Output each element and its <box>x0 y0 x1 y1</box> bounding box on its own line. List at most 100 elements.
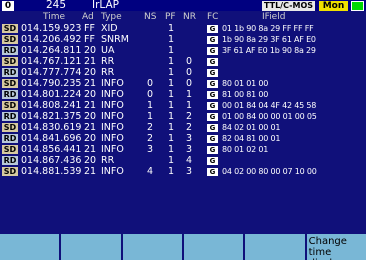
frame-row[interactable]: SD 014.159.923 FF XID 1 G 01 1b 90 8a 29 FF FF… <box>0 23 366 34</box>
frame-time: 014.867.436 <box>21 155 82 166</box>
frame-ifield: 00 01 84 04 4F 42 45 58 <box>222 101 317 110</box>
header-pf: PF <box>165 12 176 22</box>
fc-ok-icon: G <box>207 91 218 99</box>
frame-time: 014.830.619 <box>21 122 82 133</box>
frame-type: INFO <box>101 78 124 89</box>
direction-badge: RD <box>2 112 18 121</box>
frame-nr: 3 <box>186 133 193 144</box>
frame-nr: 1 <box>186 100 193 111</box>
frame-pf: 1 <box>168 89 175 100</box>
frame-pf: 1 <box>168 111 175 122</box>
frame-ns: 1 <box>147 111 154 122</box>
softkey-4[interactable] <box>183 234 246 260</box>
header-type: Type <box>101 12 122 22</box>
change-time-display-button[interactable]: Change time display <box>306 234 366 260</box>
fc-ok-icon: G <box>207 69 218 77</box>
frame-address: 20 <box>84 45 97 56</box>
frame-pf: 1 <box>168 23 175 34</box>
frame-row[interactable]: SD 014.767.121 21 RR 1 0 G <box>0 56 366 67</box>
softkey-1[interactable] <box>0 234 62 260</box>
frame-address: 20 <box>84 89 97 100</box>
direction-badge: RD <box>2 68 18 77</box>
softkey-bar: Change time display <box>0 234 366 260</box>
frame-type: INFO <box>101 166 124 177</box>
frame-row[interactable]: RD 014.821.375 20 INFO 1 1 2 G 01 00 84 00 00 01… <box>0 111 366 122</box>
fc-ok-icon: G <box>207 113 218 121</box>
frame-nr: 3 <box>186 166 193 177</box>
header-ns: NS <box>144 12 157 22</box>
frame-ns: 4 <box>147 166 154 177</box>
frame-pf: 1 <box>168 122 175 133</box>
frame-type: INFO <box>101 89 124 100</box>
frame-row[interactable]: RD 014.777.774 20 RR 1 0 G <box>0 67 366 78</box>
frame-nr: 0 <box>186 78 193 89</box>
channel-indicator: 0 <box>2 1 14 11</box>
frame-ns: 0 <box>147 89 154 100</box>
column-headers: Time Ad Type NS PF NR FC IField <box>0 12 366 22</box>
frame-row[interactable]: SD 014.206.492 FF SNRM 1 G 1b 90 8a 29 3F 61 A… <box>0 34 366 45</box>
frame-address: 20 <box>84 111 97 122</box>
frame-time: 014.206.492 <box>21 34 82 45</box>
softkey-2[interactable] <box>61 234 123 260</box>
frame-time: 014.841.696 <box>21 133 82 144</box>
direction-badge: SD <box>2 57 18 66</box>
header-fc: FC <box>207 12 219 22</box>
frame-type: INFO <box>101 144 124 155</box>
header-nr: NR <box>183 12 196 22</box>
frame-address: 21 <box>84 78 97 89</box>
frame-time: 014.159.923 <box>21 23 82 34</box>
frame-ifield: 80 01 02 01 <box>222 145 269 154</box>
softkey-5[interactable] <box>245 234 307 260</box>
header-ad: Ad <box>82 12 94 22</box>
frame-time: 014.881.539 <box>21 166 82 177</box>
frame-pf: 1 <box>168 100 175 111</box>
fc-ok-icon: G <box>207 47 218 55</box>
frame-nr: 1 <box>186 89 193 100</box>
direction-badge: SD <box>2 145 18 154</box>
frame-row[interactable]: RD 014.264.811 20 UA 1 G 3F 61 AF E0 1b 90 8a … <box>0 45 366 56</box>
frame-type: RR <box>101 155 115 166</box>
status-bar: 0 245 IrLAP TTL/C-MOS Mon <box>0 0 366 11</box>
frame-nr: 4 <box>186 155 193 166</box>
softkey-3[interactable] <box>122 234 184 260</box>
direction-badge: SD <box>2 123 18 132</box>
frame-row[interactable]: RD 014.867.436 20 RR 1 4 G <box>0 155 366 166</box>
frame-pf: 1 <box>168 56 175 67</box>
fc-ok-icon: G <box>207 58 218 66</box>
frame-row[interactable]: SD 014.808.241 21 INFO 1 1 1 G 00 01 84 04 4F 42… <box>0 100 366 111</box>
fc-ok-icon: G <box>207 157 218 165</box>
frame-pf: 1 <box>168 78 175 89</box>
frame-time: 014.821.375 <box>21 111 82 122</box>
fc-ok-icon: G <box>207 80 218 88</box>
frame-ns: 2 <box>147 133 154 144</box>
frame-type: RR <box>101 56 115 67</box>
signal-mode-badge: TTL/C-MOS <box>262 1 315 11</box>
frame-nr: 0 <box>186 67 193 78</box>
frame-ifield: 80 01 01 00 <box>222 79 269 88</box>
frame-address: 21 <box>84 56 97 67</box>
frame-type: RR <box>101 67 115 78</box>
frame-ifield: 3F 61 AF E0 1b 90 8a 29 <box>222 46 316 55</box>
direction-badge: RD <box>2 156 18 165</box>
frame-address: 21 <box>84 144 97 155</box>
direction-badge: RD <box>2 90 18 99</box>
frame-row[interactable]: SD 014.830.619 21 INFO 2 1 2 G 84 02 01 00 01 <box>0 122 366 133</box>
frame-address: 20 <box>84 133 97 144</box>
frame-ifield: 01 1b 90 8a 29 FF FF FF <box>222 24 314 33</box>
frame-row[interactable]: SD 014.881.539 21 INFO 4 1 3 G 04 02 00 80 00 07… <box>0 166 366 177</box>
direction-badge: RD <box>2 134 18 143</box>
frame-row[interactable]: RD 014.801.224 20 INFO 0 1 1 G 81 00 81 00 <box>0 89 366 100</box>
frame-nr: 2 <box>186 122 193 133</box>
direction-badge: SD <box>2 35 18 44</box>
frame-row[interactable]: SD 014.856.441 21 INFO 3 1 3 G 80 01 02 01 <box>0 144 366 155</box>
frame-address: 20 <box>84 67 97 78</box>
frame-time: 014.777.774 <box>21 67 82 78</box>
frame-row[interactable]: RD 014.841.696 20 INFO 2 1 3 G 82 04 81 00 01 <box>0 133 366 144</box>
fc-ok-icon: G <box>207 168 218 176</box>
frame-time: 014.801.224 <box>21 89 82 100</box>
frame-address: FF <box>84 23 95 34</box>
frame-ifield: 1b 90 8a 29 3F 61 AF E0 <box>222 35 316 44</box>
frame-nr: 0 <box>186 56 193 67</box>
direction-badge: SD <box>2 79 18 88</box>
frame-row[interactable]: SD 014.790.235 21 INFO 0 1 0 G 80 01 01 00 <box>0 78 366 89</box>
